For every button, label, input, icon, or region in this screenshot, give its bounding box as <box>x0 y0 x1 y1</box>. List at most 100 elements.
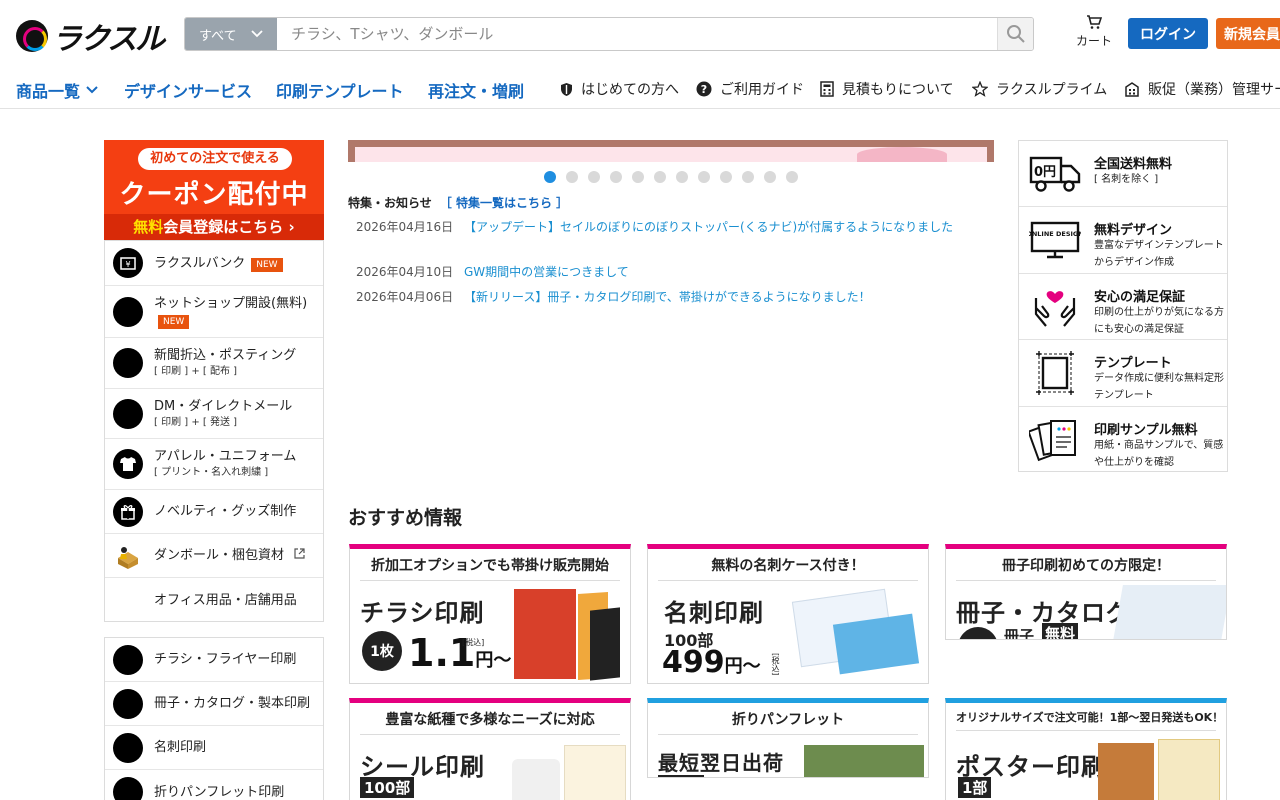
side-item-pamphlet[interactable]: 折りパンフレット印刷 <box>105 770 323 800</box>
card-image <box>564 745 626 800</box>
new-badge: NEW <box>251 257 283 272</box>
slider-dot[interactable] <box>720 171 732 183</box>
logo-mark-icon <box>16 20 48 52</box>
cardboard-icon <box>113 541 143 571</box>
card-price-unit: 円〜 <box>475 650 512 671</box>
news-link[interactable]: 【アップデート】セイルのぼりにのぼりストッパー(くるナビ)が付属するようになりま… <box>464 220 953 234</box>
side-item-cardboard[interactable]: ダンボール・梱包資材 <box>105 534 323 578</box>
hero-slider[interactable] <box>348 140 994 162</box>
side-item-flyer[interactable]: チラシ・フライヤー印刷 <box>105 638 323 682</box>
nav-print-template[interactable]: 印刷テンプレート <box>276 78 404 102</box>
slider-dot[interactable] <box>786 171 798 183</box>
feature-free-design[interactable]: ONLINE DESIGN 無料デザイン 豊富なデザインテンプレートからデザイン… <box>1019 207 1227 274</box>
nav-design-service-label: デザインサービス <box>124 82 253 101</box>
cart-icon <box>1087 15 1102 29</box>
slider-dot[interactable] <box>566 171 578 183</box>
slider-dot[interactable] <box>742 171 754 183</box>
slider-dot[interactable] <box>676 171 688 183</box>
side-item-label: アパレル・ユニフォーム [ プリント・名入れ刺繍 ] <box>154 448 296 480</box>
side-item-label: 冊子・カタログ・製本印刷 <box>154 696 311 711</box>
nav-business[interactable]: 販促（業務）管理サー <box>1124 79 1280 99</box>
side-item-business-card[interactable]: 名刺印刷 <box>105 726 323 770</box>
nav-design-service[interactable]: デザインサービス <box>124 78 252 102</box>
side-item-office[interactable]: オフィス用品・店舗用品 <box>105 578 323 622</box>
side-item-netshop[interactable]: ネットショップ開設(無料) NEW <box>105 286 323 338</box>
card-pamphlet[interactable]: 折りパンフレット 最短翌日出荷 <box>647 698 929 778</box>
nav-reorder[interactable]: 再注文・増刷 <box>428 78 524 102</box>
slider-dot[interactable] <box>544 171 556 183</box>
feature-desc: 用紙・商品サンプルで、質感や仕上がりを確認 <box>1094 439 1224 468</box>
card-image <box>1113 585 1226 639</box>
feature-desc: [ 名刺を除く ] <box>1094 174 1159 185</box>
global-nav: 商品一覧 デザインサービス 印刷テンプレート 再注文・増刷 はじめての方へ ? … <box>0 68 1280 109</box>
side-item-raksul-bank[interactable]: ¥ ラクスルバンク NEW <box>105 241 323 286</box>
feature-template[interactable]: テンプレート データ作成に便利な無料定形テンプレート <box>1019 340 1227 407</box>
calculator-icon <box>820 81 834 97</box>
search-category-select[interactable]: すべて <box>185 18 277 50</box>
slider-dot[interactable] <box>698 171 710 183</box>
feature-free-sample[interactable]: 印刷サンプル無料 用紙・商品サンプルで、質感や仕上がりを確認 <box>1019 407 1227 473</box>
side-item-posting[interactable]: 新聞折込・ポスティング [ 印刷 ] + [ 配布 ] <box>105 338 323 389</box>
search-input[interactable] <box>277 18 997 50</box>
nav-guide-label: ご利用ガイド <box>720 82 804 98</box>
business-card-icon <box>113 732 143 763</box>
coupon-top-text: 初めての注文で使える <box>138 148 292 170</box>
feature-desc: 豊富なデザインテンプレートからデザイン作成 <box>1094 240 1224 269</box>
nav-estimate[interactable]: 見積もりについて <box>820 79 954 99</box>
search-category-label: すべて <box>199 28 237 44</box>
nav-guide[interactable]: ? ご利用ガイド <box>696 79 804 99</box>
flyer-icon <box>113 644 143 675</box>
news-list-link[interactable]: ［ 特集一覧はこちら ］ <box>440 196 568 210</box>
slider-dot[interactable] <box>764 171 776 183</box>
card-flyer[interactable]: 折加工オプションでも帯掛け販売開始 チラシ印刷 1枚 1.1円〜 [税込] <box>349 544 631 684</box>
login-button[interactable]: ログイン <box>1128 18 1208 49</box>
help-icon: ? <box>696 81 712 97</box>
shop-icon <box>113 296 143 327</box>
shield-icon <box>561 82 572 96</box>
nav-prime[interactable]: ラクスルプライム <box>972 79 1107 99</box>
feature-title: 印刷サンプル無料 <box>1094 422 1198 438</box>
side-item-label: 新聞折込・ポスティング [ 印刷 ] + [ 配布 ] <box>154 347 296 379</box>
side-item-apparel[interactable]: アパレル・ユニフォーム [ プリント・名入れ刺繍 ] <box>105 439 323 490</box>
office-supplies-icon <box>113 585 143 615</box>
card-poster[interactable]: オリジナルサイズで注文可能！1部〜翌日発送もOK！ ポスター印刷 1部 <box>945 698 1227 800</box>
side-item-booklet[interactable]: 冊子・カタログ・製本印刷 <box>105 682 323 726</box>
cart-link[interactable]: カート <box>1074 14 1114 49</box>
slider-dot[interactable] <box>588 171 600 183</box>
coupon-banner[interactable]: 初めての注文で使える クーポン配付中 無料会員登録はこちら › <box>104 140 324 240</box>
logo[interactable]: ラクスル <box>16 14 165 58</box>
slider-dot[interactable] <box>654 171 666 183</box>
card-head: オリジナルサイズで注文可能！1部〜翌日発送もOK！ <box>956 709 1223 731</box>
card-price: 499円〜 <box>662 645 761 680</box>
news-item: 2026年04月10日 GW期間中の営業につきまして <box>356 263 996 282</box>
feature-satisfaction[interactable]: 安心の満足保証 印刷の仕上がりが気になる方にも安心の満足保証 <box>1019 274 1227 341</box>
nav-business-label: 販促（業務）管理サー <box>1148 82 1280 98</box>
side-item-label: ノベルティ・グッズ制作 <box>154 504 297 519</box>
card-head: 豊富な紙種で多様なニーズに対応 <box>360 709 620 735</box>
card-sticker[interactable]: 豊富な紙種で多様なニーズに対応 シール印刷 100部 <box>349 698 631 800</box>
truck-icon-text: 0円 <box>1034 165 1056 180</box>
news-link[interactable]: GW期間中の営業につきまして <box>464 265 629 279</box>
card-booklet[interactable]: 冊子印刷初めての方限定！ 冊子・カタログ 冊子 無料 <box>945 544 1227 640</box>
coupon-register-link[interactable]: 無料会員登録はこちら › <box>104 214 324 240</box>
card-qty-bar <box>658 775 704 777</box>
card-badge-circle <box>958 627 998 639</box>
side-item-text: ダンボール・梱包資材 <box>154 548 285 563</box>
side-item-sub: [ プリント・名入れ刺繍 ] <box>154 467 269 478</box>
nav-products[interactable]: 商品一覧 <box>16 78 98 102</box>
nav-beginner[interactable]: はじめての方へ <box>560 79 679 99</box>
slider-dot[interactable] <box>632 171 644 183</box>
register-button[interactable]: 新規会員 <box>1216 18 1280 49</box>
card-image <box>514 589 576 679</box>
feature-free-shipping[interactable]: 0円 全国送料無料 [ 名刺を除く ] <box>1019 141 1227 208</box>
building-icon <box>1125 82 1139 97</box>
slider-dot[interactable] <box>610 171 622 183</box>
card-business-card[interactable]: 無料の名刺ケース付き！ 名刺印刷 100部 499円〜 [税込] <box>647 544 929 684</box>
search-bar: すべて <box>184 17 1034 51</box>
feature-title: 無料デザイン <box>1094 223 1173 239</box>
news-link[interactable]: 【新リリース】冊子・カタログ印刷で、帯掛けができるようになりました！ <box>464 290 871 304</box>
gift-icon <box>113 496 143 527</box>
search-button[interactable] <box>997 18 1033 50</box>
side-item-novelty[interactable]: ノベルティ・グッズ制作 <box>105 490 323 534</box>
side-item-dm[interactable]: DM・ダイレクトメール [ 印刷 ] + [ 発送 ] <box>105 389 323 439</box>
